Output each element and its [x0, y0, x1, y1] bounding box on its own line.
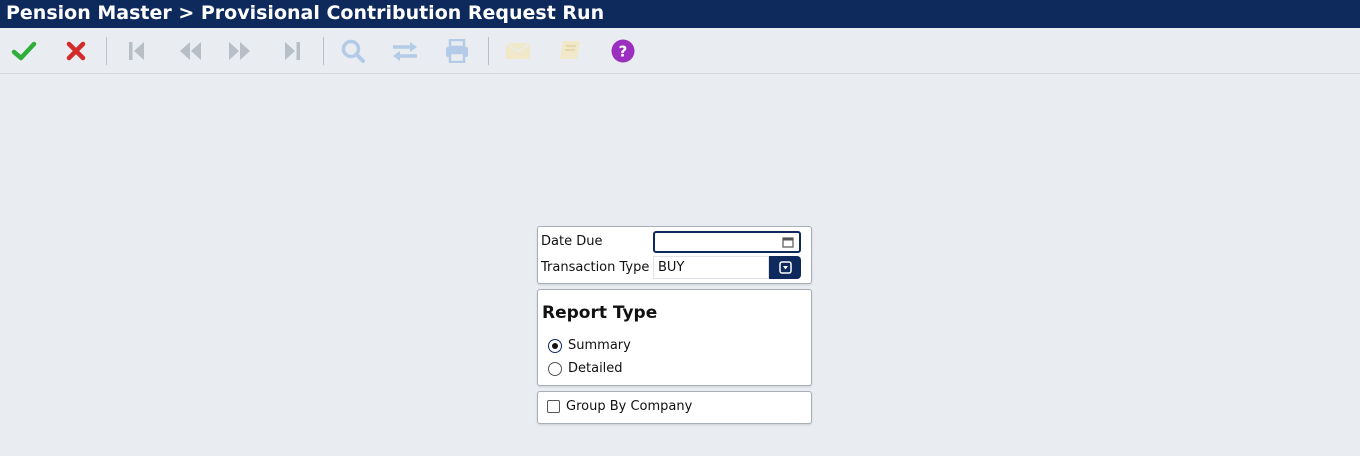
date-due-label: Date Due [541, 234, 603, 249]
printer-icon [446, 39, 468, 63]
next-record-button[interactable] [225, 36, 255, 66]
help-icon: ? [611, 39, 635, 63]
summary-radio-row[interactable]: Summary [548, 338, 631, 353]
previous-record-button[interactable] [175, 36, 205, 66]
help-button[interactable]: ? [608, 36, 638, 66]
last-record-icon [285, 42, 300, 60]
close-icon [66, 41, 86, 61]
print-button[interactable] [442, 36, 472, 66]
checkmark-icon [11, 41, 37, 61]
first-record-button[interactable] [122, 36, 152, 66]
cancel-button[interactable] [61, 36, 91, 66]
toolbar-separator [323, 37, 324, 65]
email-button[interactable] [503, 36, 533, 66]
transaction-type-field[interactable]: BUY [653, 256, 769, 279]
calendar-icon[interactable] [782, 236, 794, 248]
group-by-company-label: Group By Company [566, 399, 693, 414]
toolbar: ? [0, 28, 1360, 74]
group-by-company-checkbox[interactable] [547, 400, 560, 413]
svg-text:?: ? [619, 43, 628, 61]
notes-button[interactable] [555, 36, 585, 66]
first-record-icon [129, 42, 144, 60]
group-by-panel: Group By Company [537, 391, 812, 424]
date-due-input[interactable] [653, 231, 801, 253]
detailed-label: Detailed [568, 361, 623, 376]
report-type-panel: Report Type Summary Detailed [537, 289, 812, 386]
envelope-icon [505, 42, 531, 59]
search-icon [341, 39, 365, 63]
summary-label: Summary [568, 338, 631, 353]
swap-icon [393, 42, 417, 61]
detailed-radio[interactable] [548, 361, 562, 376]
toolbar-separator [106, 37, 107, 65]
previous-record-icon [180, 42, 201, 60]
dropdown-box-icon [778, 261, 792, 274]
next-record-icon [229, 42, 250, 60]
last-record-button[interactable] [277, 36, 307, 66]
transaction-type-label: Transaction Type [541, 260, 650, 275]
summary-radio[interactable] [548, 338, 562, 353]
search-button[interactable] [338, 36, 368, 66]
book-icon [560, 41, 580, 59]
ok-button[interactable] [9, 36, 39, 66]
fields-panel: Date Due Transaction Type BUY [537, 226, 812, 284]
report-type-title: Report Type [542, 303, 658, 323]
toolbar-separator [488, 37, 489, 65]
window-title: Pension Master > Provisional Contributio… [0, 0, 1360, 28]
transfer-button[interactable] [390, 36, 420, 66]
detailed-radio-row[interactable]: Detailed [548, 361, 623, 376]
transaction-type-lookup-button[interactable] [769, 256, 801, 279]
group-by-company-row[interactable]: Group By Company [547, 399, 692, 414]
